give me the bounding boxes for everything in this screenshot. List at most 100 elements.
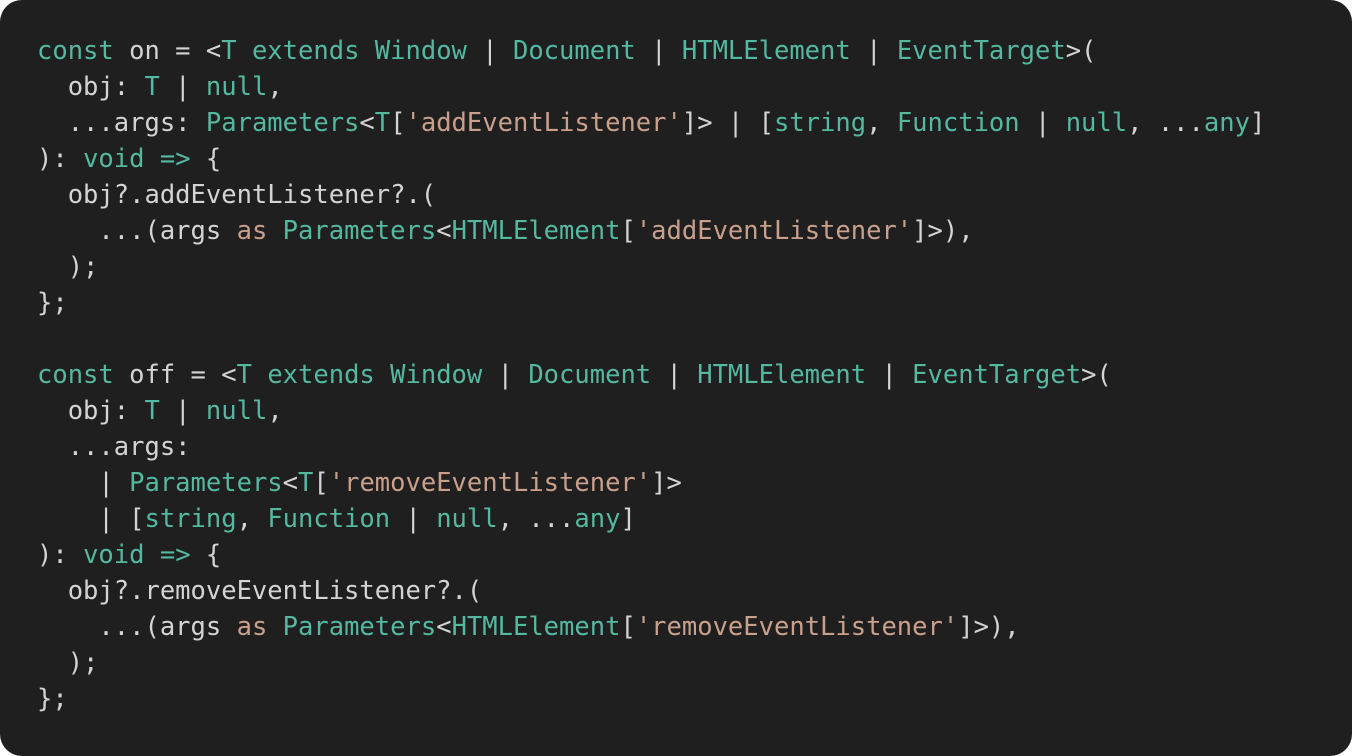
code-token: | bbox=[390, 504, 437, 534]
code-token: < bbox=[359, 108, 375, 138]
code-token: ...args: bbox=[37, 432, 191, 462]
code-window: const on = <T extends Window | Document … bbox=[0, 0, 1352, 756]
code-token: HTMLElement bbox=[451, 216, 621, 246]
code-token: ] bbox=[1249, 108, 1266, 138]
code-line: ): void => { bbox=[37, 537, 1265, 573]
code-token: | bbox=[37, 468, 130, 498]
code-token: , bbox=[267, 396, 283, 426]
code-line: const off = <T extends Window | Document… bbox=[37, 357, 1265, 393]
code-token: ); bbox=[37, 252, 99, 282]
code-token: as bbox=[236, 216, 268, 246]
code-token: ...(args bbox=[37, 612, 237, 642]
code-token: extends bbox=[251, 36, 360, 66]
code-token: Function bbox=[896, 108, 1020, 138]
code-token: | bbox=[466, 36, 513, 66]
code-token: }; bbox=[37, 288, 68, 318]
code-line: obj: T | null, bbox=[37, 69, 1265, 105]
code-token: T bbox=[144, 72, 160, 102]
code-token: Parameters bbox=[282, 612, 437, 642]
code-token: >( bbox=[1081, 360, 1112, 390]
code-token: on = < bbox=[113, 36, 222, 66]
code-token: Parameters bbox=[129, 468, 283, 498]
code-token: < bbox=[436, 216, 452, 246]
code-token: [ bbox=[620, 216, 636, 246]
code-token: , bbox=[267, 72, 283, 102]
code-line: | Parameters<T['removeEventListener']> bbox=[37, 465, 1265, 501]
code-token: ]>), bbox=[912, 216, 974, 246]
code-token: T bbox=[374, 108, 391, 138]
code-block: const on = <T extends Window | Document … bbox=[37, 33, 1265, 717]
code-token: Window bbox=[390, 360, 483, 390]
code-token: < bbox=[282, 468, 299, 498]
code-token: string bbox=[144, 504, 237, 534]
code-token: ] bbox=[620, 504, 636, 534]
code-line: | [string, Function | null, ...any] bbox=[37, 501, 1265, 537]
code-token: ): bbox=[37, 540, 84, 570]
code-token: any bbox=[1203, 108, 1250, 138]
code-token: | bbox=[159, 72, 206, 102]
code-token: obj: bbox=[37, 396, 145, 426]
code-token: HTMLElement bbox=[681, 36, 851, 66]
code-token: 'addEventListener' bbox=[635, 216, 913, 246]
code-token: ]> bbox=[651, 468, 682, 498]
code-token: ); bbox=[37, 648, 99, 678]
code-token: HTMLElement bbox=[697, 360, 867, 390]
code-token: Function bbox=[267, 504, 391, 534]
code-token: string bbox=[773, 108, 867, 138]
code-token: | bbox=[159, 396, 206, 426]
code-token: EventTarget bbox=[896, 36, 1066, 66]
code-token: obj?.addEventListener?.( bbox=[37, 180, 437, 210]
code-token: { bbox=[190, 144, 222, 174]
code-token: , bbox=[866, 108, 897, 138]
code-line: ); bbox=[37, 645, 1265, 681]
code-line: ...args: bbox=[37, 429, 1265, 465]
code-token: Document bbox=[528, 360, 652, 390]
code-line: const on = <T extends Window | Document … bbox=[37, 33, 1265, 69]
code-token: Parameters bbox=[282, 216, 437, 246]
code-token: obj?.removeEventListener?.( bbox=[37, 576, 483, 606]
code-token: T bbox=[144, 396, 160, 426]
code-line: }; bbox=[37, 681, 1265, 717]
code-token: , ... bbox=[497, 504, 575, 534]
code-token: off = < bbox=[113, 360, 237, 390]
code-line: ​ bbox=[37, 321, 1265, 357]
code-token: const bbox=[37, 36, 114, 66]
code-token: => bbox=[159, 540, 191, 570]
code-line: ...(args as Parameters<HTMLElement['remo… bbox=[37, 609, 1265, 645]
code-token: , bbox=[236, 504, 268, 534]
code-token: ...args: bbox=[37, 108, 206, 138]
code-token: < bbox=[436, 612, 452, 642]
code-line: obj?.removeEventListener?.( bbox=[37, 573, 1265, 609]
code-token: null bbox=[205, 396, 268, 426]
code-line: obj: T | null, bbox=[37, 393, 1265, 429]
code-token: void bbox=[83, 540, 145, 570]
code-token: }; bbox=[37, 684, 68, 714]
code-token: obj: bbox=[37, 72, 145, 102]
code-token: Document bbox=[512, 36, 636, 66]
code-token: | bbox=[866, 360, 913, 390]
code-token: >( bbox=[1065, 36, 1097, 66]
code-token: as bbox=[236, 612, 268, 642]
code-token: EventTarget bbox=[912, 360, 1082, 390]
code-token: | bbox=[482, 360, 529, 390]
code-token: [ bbox=[390, 108, 406, 138]
code-token: 'removeEventListener' bbox=[328, 468, 652, 498]
code-token: any bbox=[574, 504, 621, 534]
code-token: 'addEventListener' bbox=[405, 108, 682, 138]
code-token: ]> | [ bbox=[681, 108, 774, 138]
code-token: null bbox=[436, 504, 498, 534]
code-token: [ bbox=[313, 468, 329, 498]
code-token: T bbox=[221, 36, 237, 66]
code-token: ): bbox=[37, 144, 84, 174]
code-token: 'removeEventListener' bbox=[635, 612, 959, 642]
code-line: ...args: Parameters<T['addEventListener'… bbox=[37, 105, 1266, 141]
code-token: [ bbox=[620, 612, 636, 642]
code-token: Parameters bbox=[205, 108, 360, 138]
code-line: ); bbox=[37, 249, 1265, 285]
code-token: Window bbox=[374, 36, 467, 66]
code-token: => bbox=[159, 144, 191, 174]
